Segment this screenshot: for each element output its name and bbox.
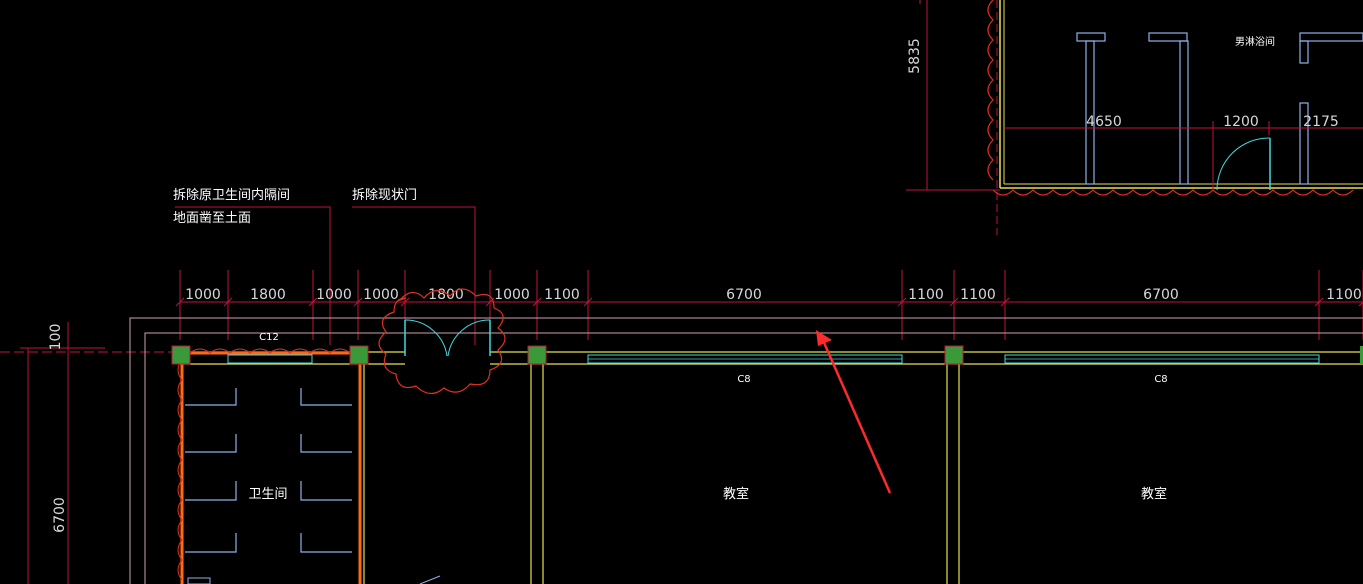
upper-building: 4650 1200 2175 男淋浴间 5835 <box>906 0 1363 235</box>
room-label-classroom-a: 教室 <box>723 486 749 502</box>
dim-1000-c: 1000 <box>363 287 399 303</box>
window-tag-c12: C12 <box>259 332 279 343</box>
vertical-dim-5835: 5835 <box>907 38 923 74</box>
toilet-demolish-outline <box>180 351 362 584</box>
left-dimensions: 100 6700 <box>0 322 180 584</box>
upper-room-label: 男淋浴间 <box>1235 35 1275 48</box>
upper-revision-cloud-left <box>987 0 994 181</box>
vertical-dim-100: 100 <box>48 324 64 351</box>
top-dimension-chain: 1000 1800 1000 1000 1800 1000 1100 6700 … <box>175 270 1363 340</box>
room-label-classroom-b: 教室 <box>1141 486 1167 502</box>
cad-drawing: 4650 1200 2175 男淋浴间 5835 拆除原卫生间内隔间 地面凿至土… <box>0 0 1363 584</box>
note-demolish-partitions: 拆除原卫生间内隔间 <box>173 187 290 203</box>
window-tag-c8-a: C8 <box>737 374 750 385</box>
upper-dim-2: 1200 <box>1223 114 1259 130</box>
upper-door <box>1216 137 1271 191</box>
dim-1100-d: 1100 <box>1326 287 1362 303</box>
dim-1100-a: 1100 <box>544 287 580 303</box>
room-label-toilet: 卫生间 <box>248 487 287 502</box>
red-arrow <box>816 330 892 494</box>
dim-6700-b: 6700 <box>1143 287 1179 303</box>
upper-dim-3: 2175 <box>1303 114 1339 130</box>
main-building: C12 C8 C8 卫生间 教室 教室 <box>129 288 1363 584</box>
toilet-partitions <box>185 388 352 553</box>
annotations: 拆除原卫生间内隔间 地面凿至土面 拆除现状门 <box>173 187 476 345</box>
demolish-door <box>378 288 506 395</box>
dim-1800-a: 1800 <box>250 287 286 303</box>
upper-dim-1: 4650 <box>1086 114 1122 130</box>
vertical-dim-6700: 6700 <box>52 497 68 533</box>
upper-revision-cloud-bottom <box>992 189 1354 196</box>
dim-1100-b: 1100 <box>908 287 944 303</box>
dim-1000-d: 1000 <box>494 287 530 303</box>
dim-1100-c: 1100 <box>960 287 996 303</box>
window-c12 <box>227 354 313 364</box>
note-excavate-floor: 地面凿至土面 <box>173 211 251 226</box>
dim-1000-b: 1000 <box>316 287 352 303</box>
note-demolish-door: 拆除现状门 <box>352 188 417 203</box>
shower-partitions <box>1076 32 1363 185</box>
dim-6700-a: 6700 <box>726 287 762 303</box>
dim-1000-a: 1000 <box>185 287 221 303</box>
window-tag-c8-b: C8 <box>1154 374 1167 385</box>
